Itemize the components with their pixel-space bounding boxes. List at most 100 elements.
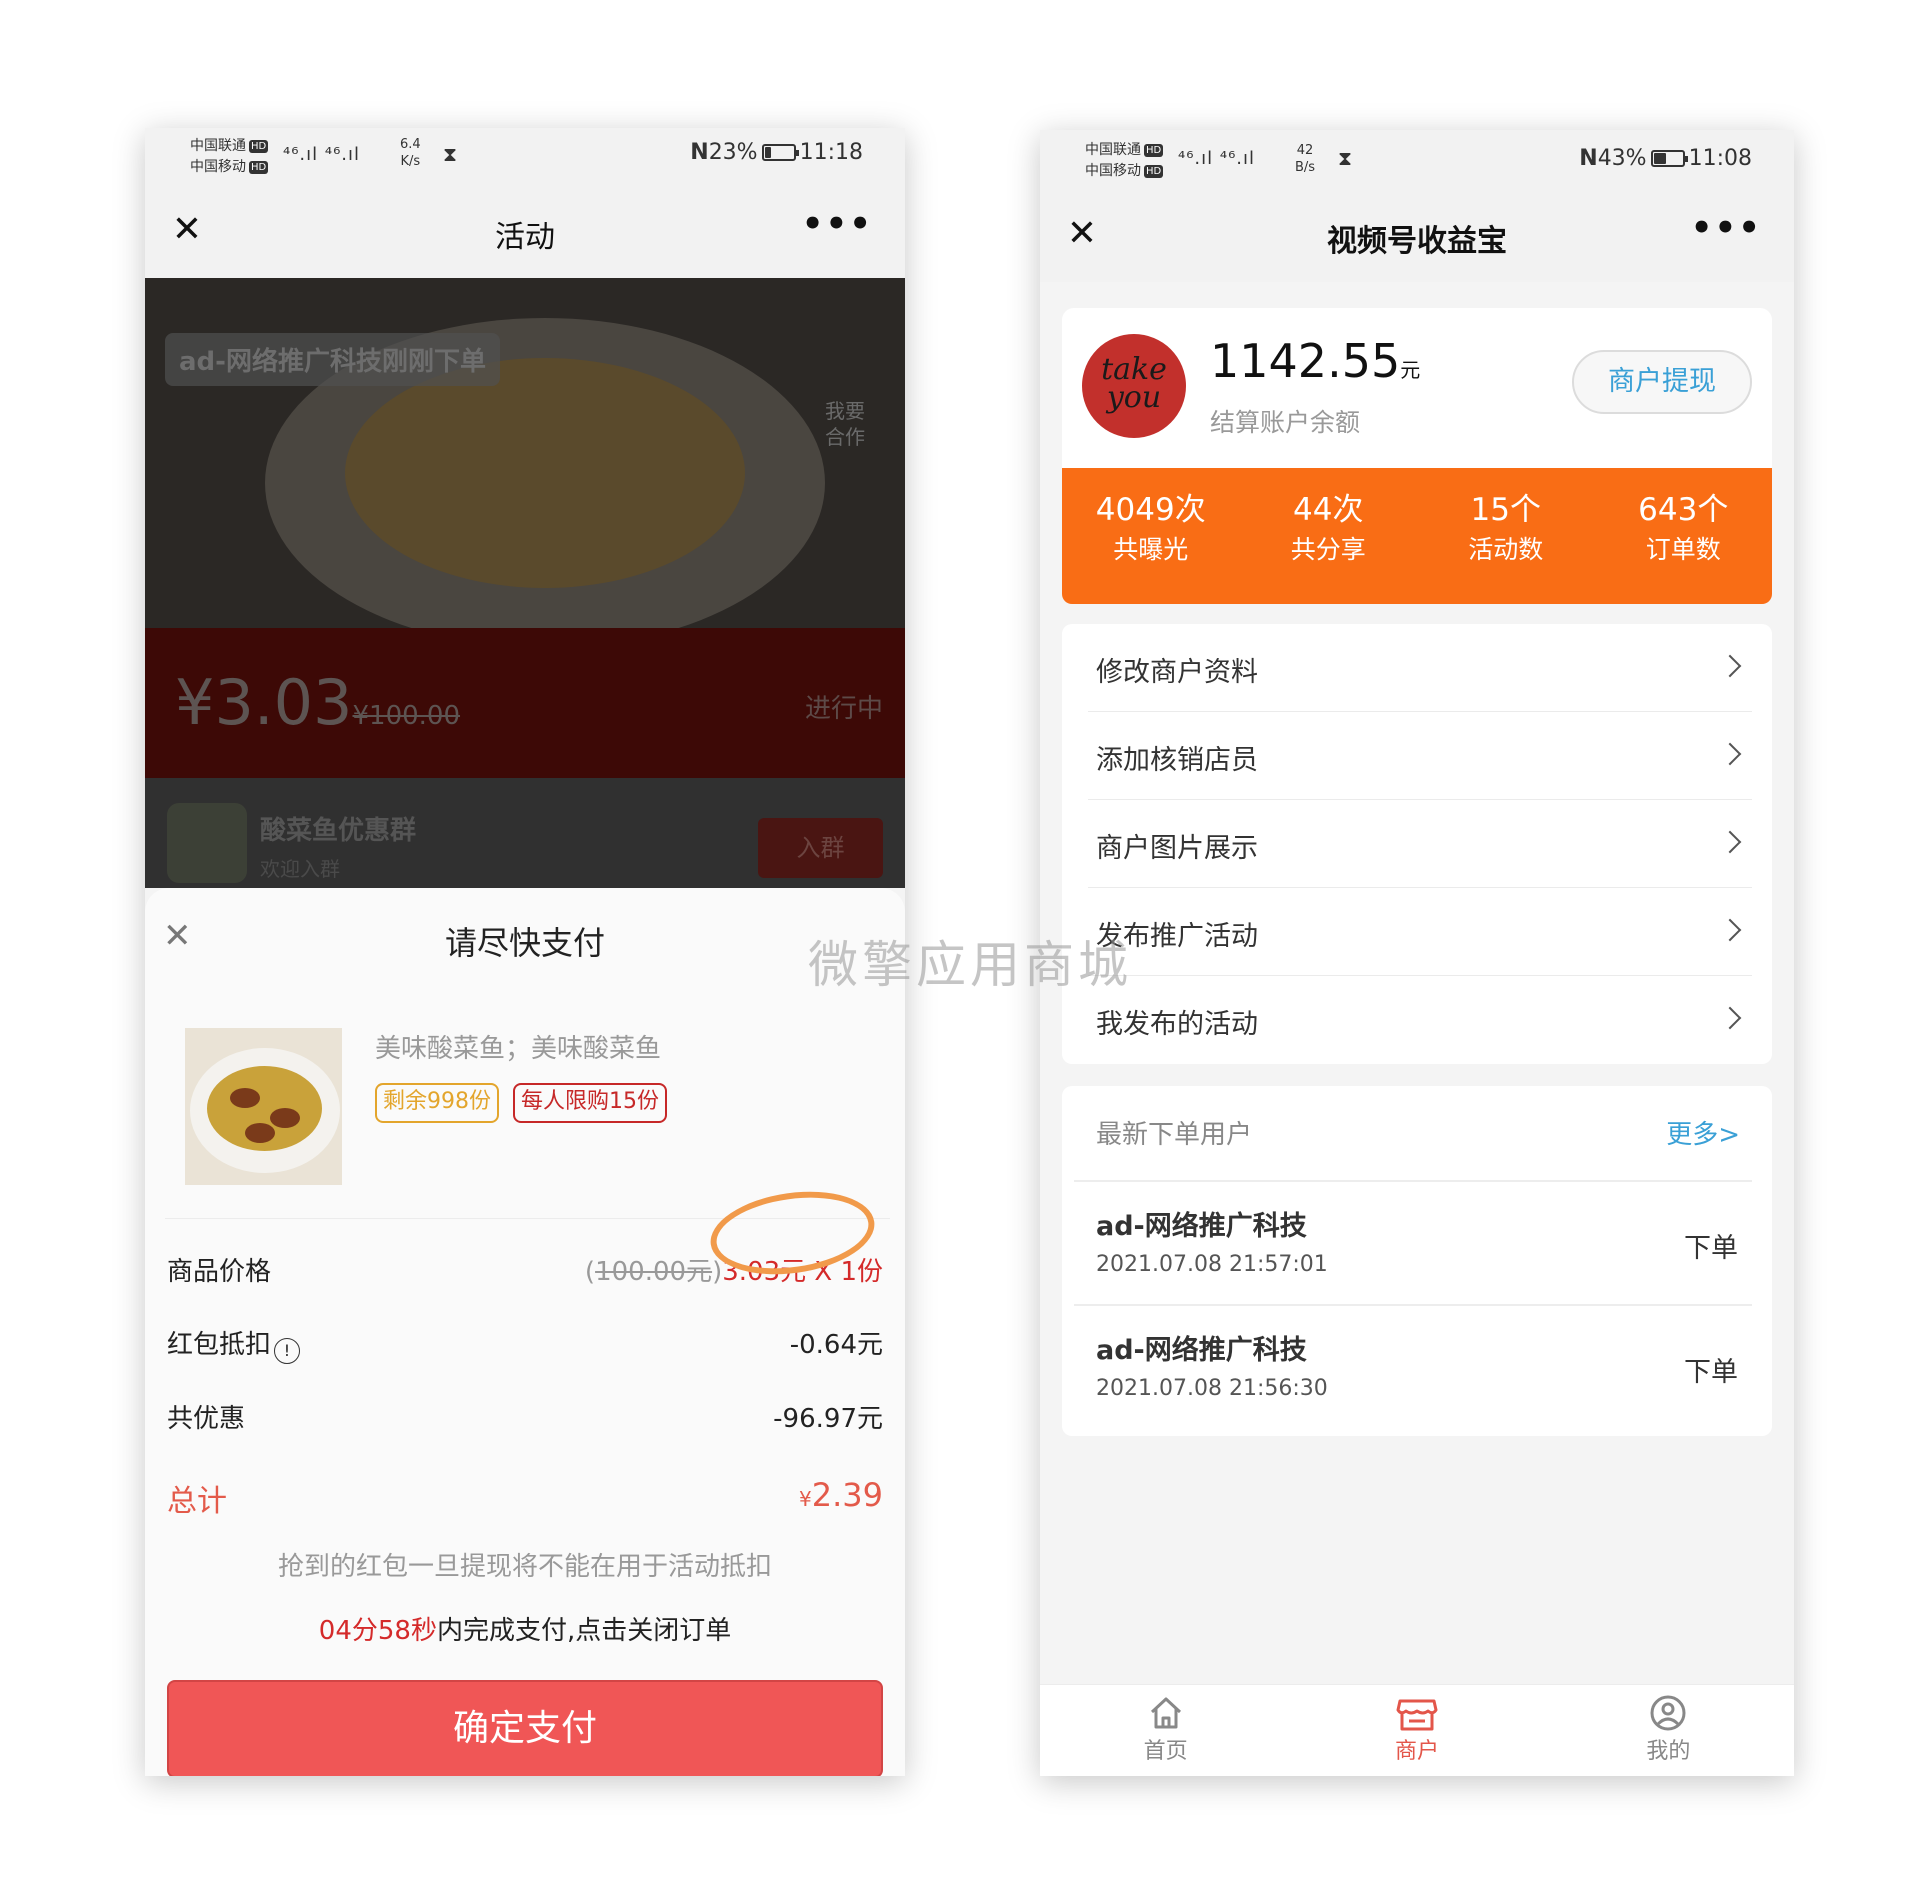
product-image	[185, 1028, 342, 1185]
chevron-right-icon	[1718, 742, 1742, 766]
hd-badge: HD	[249, 139, 269, 153]
network-speed: 42 B/s	[1295, 143, 1316, 175]
order-action: 下单	[1684, 1357, 1738, 1388]
bottom-tab-bar: 首页 商户 我的	[1040, 1684, 1794, 1776]
total-label: 总计	[167, 1484, 227, 1519]
tab-mine[interactable]: 我的	[1543, 1685, 1794, 1776]
menu-item-add-staff[interactable]: 添加核销店员	[1062, 712, 1772, 800]
remaining-stock-tag: 剩余998份	[375, 1083, 499, 1123]
carrier-info: 中国联通 HD 中国移动 HD	[190, 136, 269, 178]
menu-item-publish-activity[interactable]: 发布推广活动	[1062, 888, 1772, 976]
discount-row: 共优惠 -96.97元	[167, 1390, 883, 1440]
original-price: ¥100.00	[352, 701, 461, 731]
product-name: 美味酸菜鱼；美味酸菜鱼	[375, 1034, 662, 1064]
price-label: 商品价格	[167, 1257, 272, 1287]
info-icon[interactable]: !	[274, 1338, 301, 1364]
divider	[1074, 1304, 1752, 1306]
tab-merchant[interactable]: 商户	[1291, 1685, 1542, 1776]
withdraw-button[interactable]: 商户提现	[1572, 350, 1752, 414]
redpack-value: -0.64元	[789, 1330, 883, 1360]
more-icon[interactable]: •••	[802, 204, 873, 244]
price-bar: ¥3.03¥100.00 进行中	[145, 628, 905, 778]
tab-home[interactable]: 首页	[1040, 1685, 1291, 1776]
recent-orders-title: 最新下单用户	[1096, 1120, 1253, 1150]
cooperate-link[interactable]: 我要合作	[825, 398, 865, 450]
menu-card: 修改商户资料 添加核销店员 商户图片展示 发布推广活动 我发布的活动	[1062, 624, 1772, 1064]
activity-banner: ad-网络推广科技刚刚下单 我要合作	[145, 278, 905, 628]
activity-status: 进行中	[804, 694, 883, 724]
hd-badge: HD	[1144, 164, 1164, 178]
order-user: ad-网络推广科技	[1096, 1211, 1307, 1242]
balance-label: 结算账户余额	[1210, 408, 1361, 437]
stats-bar: 4049次 共曝光 44次 共分享 15个 活动数 643个 订单数	[1062, 468, 1772, 604]
activity-price: ¥3.03¥100.00	[175, 666, 461, 739]
order-action: 下单	[1684, 1233, 1738, 1264]
confirm-pay-button[interactable]: 确定支付	[167, 1680, 883, 1776]
recent-orders-card: 最新下单用户 更多> ad-网络推广科技 2021.07.08 21:57:01…	[1062, 1086, 1772, 1436]
status-bar: 中国联通 HD 中国移动 HD ⁴⁶.ıl ⁴⁶.ıl 6.4 K/s ⧗ N23% 1…	[145, 128, 905, 188]
hd-badge: HD	[1144, 143, 1164, 157]
group-subtitle: 欢迎入群	[260, 857, 340, 881]
status-right: N23% 11:18	[690, 140, 863, 165]
join-group-button[interactable]: 入群	[758, 818, 883, 878]
banner-food-image	[345, 358, 745, 588]
balance-card: take you 1142.55元 结算账户余额 商户提现	[1062, 308, 1772, 468]
more-icon[interactable]: •••	[1691, 208, 1762, 248]
discount-value: -96.97元	[773, 1404, 883, 1434]
menu-item-my-activities[interactable]: 我发布的活动	[1062, 976, 1772, 1064]
redpack-row: 红包抵扣! -0.64元	[167, 1316, 883, 1366]
payment-countdown[interactable]: 04分58秒内完成支付,点击关闭订单	[145, 1610, 905, 1647]
carrier-name: 中国移动	[1085, 163, 1141, 179]
user-icon	[1650, 1695, 1686, 1731]
status-bar: 中国联通 HD 中国移动 HD ⁴⁶.ıl ⁴⁶.ıl 42 B/s ⧗ N43% 11…	[1040, 130, 1794, 192]
phone-right: 中国联通 HD 中国移动 HD ⁴⁶.ıl ⁴⁶.ıl 42 B/s ⧗ N43% 11…	[1040, 130, 1794, 1776]
group-bar: 酸菜鱼优惠群 欢迎入群 入群	[145, 778, 905, 888]
menu-item-gallery[interactable]: 商户图片展示	[1062, 800, 1772, 888]
signal-icon: ⁴⁶.ıl ⁴⁶.ıl	[283, 144, 361, 165]
group-name: 酸菜鱼优惠群	[260, 816, 417, 846]
redpack-label: 红包抵扣!	[167, 1324, 301, 1364]
hd-badge: HD	[249, 160, 269, 174]
battery-icon	[1650, 150, 1688, 167]
merchant-logo: take you	[1082, 334, 1186, 438]
carrier-name: 中国联通	[1085, 142, 1141, 158]
payment-sheet: ✕ 请尽快支付 美味酸菜鱼；美味酸菜鱼 剩余998份 每人限购15份 商品价格 …	[145, 888, 905, 1776]
page-title: 活动	[495, 220, 555, 255]
redpack-notice: 抢到的红包一旦提现将不能在用于活动抵扣	[277, 1552, 772, 1582]
chevron-right-icon	[1718, 1006, 1742, 1030]
divider	[1074, 1180, 1752, 1182]
clock: 11:18	[799, 140, 863, 165]
purchase-limit-tag: 每人限购15份	[513, 1083, 667, 1123]
order-user: ad-网络推广科技	[1096, 1335, 1307, 1366]
shop-icon	[1396, 1699, 1438, 1731]
nav-bar: ✕ 视频号收益宝 •••	[1040, 192, 1794, 282]
stat-orders: 643个 订单数	[1638, 492, 1729, 564]
sheet-title: 请尽快支付	[444, 924, 605, 962]
balance-amount: 1142.55元	[1210, 334, 1421, 388]
chevron-right-icon	[1718, 830, 1742, 854]
chevron-right-icon	[1718, 654, 1742, 678]
nav-bar: ✕ 活动 •••	[145, 188, 905, 278]
signal-icon: ⁴⁶.ıl ⁴⁶.ıl	[1178, 148, 1256, 169]
carrier-info: 中国联通 HD 中国移动 HD	[1085, 140, 1164, 182]
status-right: N43% 11:08	[1579, 146, 1752, 171]
carrier-name: 中国联通	[190, 138, 246, 154]
discount-label: 共优惠	[167, 1404, 246, 1434]
nfc-icon: N	[690, 140, 709, 165]
nfc-icon: N	[1579, 146, 1598, 171]
order-time: 2021.07.08 21:57:01	[1096, 1252, 1328, 1277]
recent-order-badge: ad-网络推广科技刚刚下单	[165, 333, 500, 386]
page-title: 视频号收益宝	[1327, 224, 1507, 259]
battery-percent: 23%	[708, 140, 758, 165]
clock: 11:08	[1688, 146, 1752, 171]
stat-shares: 44次 共分享	[1290, 492, 1366, 564]
hourglass-icon: ⧗	[443, 142, 458, 166]
battery-icon	[761, 144, 799, 161]
order-time: 2021.07.08 21:56:30	[1096, 1376, 1328, 1401]
chevron-right-icon	[1718, 918, 1742, 942]
phone-left: 中国联通 HD 中国移动 HD ⁴⁶.ıl ⁴⁶.ıl 6.4 K/s ⧗ N23% 1…	[145, 128, 905, 1776]
menu-item-edit-profile[interactable]: 修改商户资料	[1062, 624, 1772, 712]
group-avatar	[167, 803, 247, 883]
home-icon	[1150, 1697, 1181, 1729]
more-link[interactable]: 更多>	[1666, 1114, 1740, 1151]
